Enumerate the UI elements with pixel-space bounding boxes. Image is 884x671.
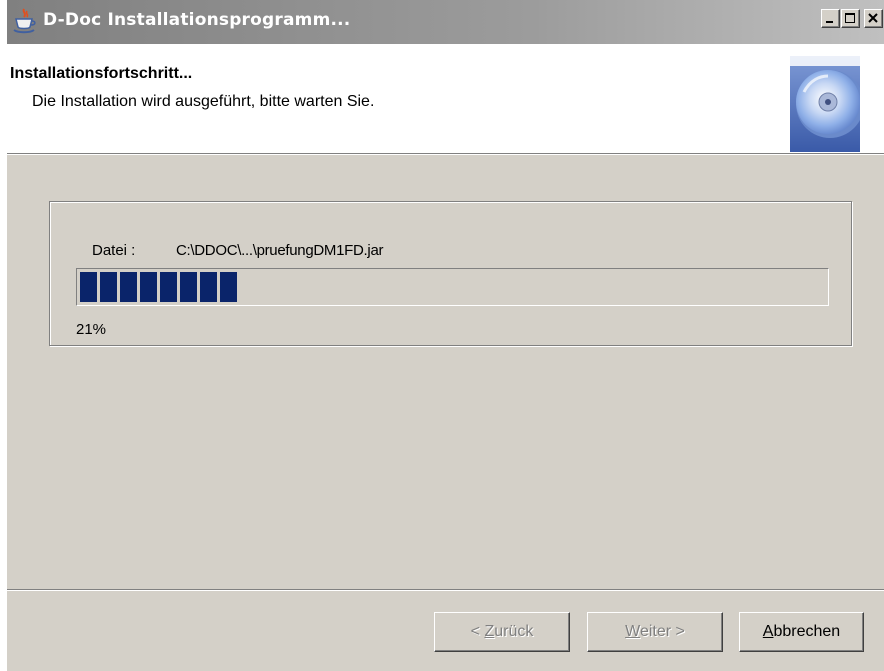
progress-block (220, 272, 237, 302)
close-icon (868, 13, 878, 23)
next-button[interactable]: Weiter > (587, 612, 723, 652)
progress-percent: 21% (76, 321, 107, 338)
back-button-label: < Zurück (470, 623, 534, 640)
close-button[interactable] (864, 9, 883, 28)
progress-fill (80, 272, 237, 302)
header-separator (7, 153, 884, 155)
minimize-button[interactable] (821, 9, 840, 28)
next-button-label: Weiter > (625, 623, 685, 640)
cd-disc-icon (790, 56, 860, 152)
java-cup-icon (13, 8, 36, 34)
minimize-icon (826, 21, 833, 23)
title-bar[interactable]: D-Doc Installationsprogramm... (7, 0, 884, 44)
back-button[interactable]: < Zurück (434, 612, 570, 652)
progress-group-box: Datei : C:\DDOC\...\pruefungDM1FD.jar 21… (49, 201, 852, 346)
installer-window: D-Doc Installationsprogramm... Installat… (7, 0, 884, 671)
header-panel: Installationsfortschritt... Die Installa… (7, 44, 884, 153)
progress-block (160, 272, 177, 302)
progress-block (100, 272, 117, 302)
progress-bar (76, 268, 829, 306)
page-subtitle: Die Installation wird ausgeführt, bitte … (32, 93, 375, 110)
maximize-icon (845, 13, 855, 23)
cancel-button[interactable]: Abbrechen (739, 612, 864, 652)
progress-block (80, 272, 97, 302)
progress-block (140, 272, 157, 302)
progress-block (200, 272, 217, 302)
progress-block (120, 272, 137, 302)
footer-separator (7, 589, 884, 591)
page-title: Installationsfortschritt... (10, 65, 193, 82)
cancel-button-label: Abbrechen (762, 623, 841, 640)
current-file-path: C:\DDOC\...\pruefungDM1FD.jar (176, 242, 384, 259)
window-title: D-Doc Installationsprogramm... (43, 10, 351, 30)
maximize-button[interactable] (841, 9, 860, 28)
file-label: Datei : (92, 242, 136, 259)
progress-block (180, 272, 197, 302)
